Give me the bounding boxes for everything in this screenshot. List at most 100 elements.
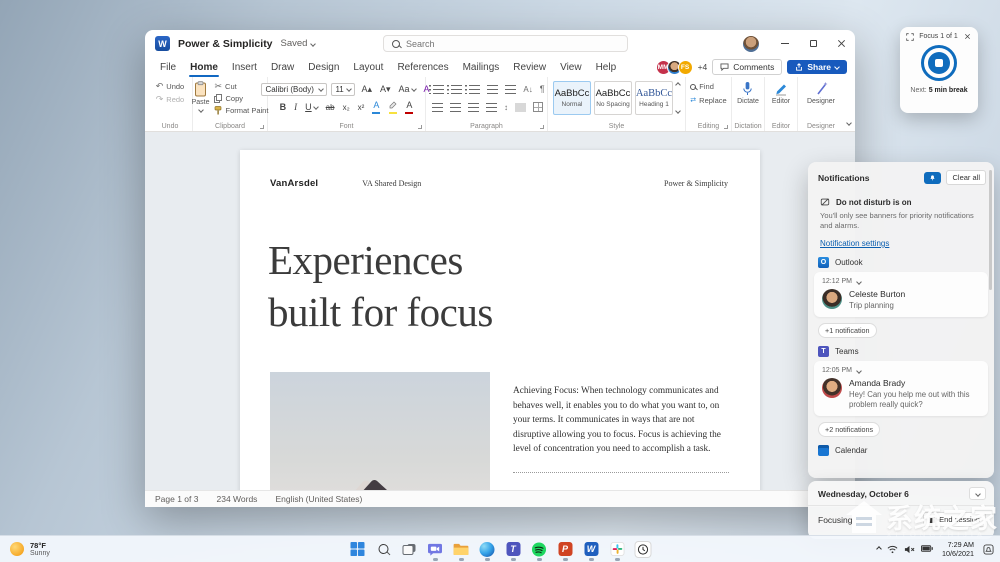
- replace-button[interactable]: ⇄ Replace: [690, 95, 726, 106]
- taskbar-icon-chat[interactable]: [425, 537, 446, 562]
- teams-section-header[interactable]: T Teams: [808, 344, 994, 361]
- share-button[interactable]: Share: [787, 60, 847, 74]
- tab-layout[interactable]: Layout: [346, 57, 390, 77]
- multilevel-list-icon[interactable]: [465, 84, 481, 94]
- align-right-icon[interactable]: [468, 102, 479, 112]
- save-status[interactable]: Saved: [281, 38, 317, 49]
- outlook-more-notifications-badge[interactable]: +1 notification: [818, 323, 877, 338]
- line-spacing-icon[interactable]: ↕: [504, 103, 508, 112]
- taskbar-icon-word[interactable]: W: [581, 537, 602, 562]
- style-normal[interactable]: AaBbCc Normal: [553, 81, 591, 115]
- designer-button[interactable]: Designer: [807, 81, 835, 107]
- decrease-indent-icon[interactable]: [487, 84, 499, 94]
- tab-draw[interactable]: Draw: [264, 57, 301, 77]
- change-case-button[interactable]: Aa: [397, 84, 418, 94]
- page-indicator[interactable]: Page 1 of 3: [155, 494, 198, 504]
- font-color-button[interactable]: A: [403, 100, 415, 114]
- clipboard-dialog-launcher[interactable]: [260, 125, 264, 129]
- collapse-calendar-button[interactable]: [969, 487, 986, 500]
- align-center-icon[interactable]: [450, 102, 461, 112]
- notification-settings-link[interactable]: Notification settings: [820, 239, 889, 248]
- search-input[interactable]: [406, 38, 586, 49]
- redo-button[interactable]: ↷ Redo: [156, 94, 184, 105]
- style-gallery-down-icon[interactable]: [675, 108, 681, 114]
- weather-widget[interactable]: 78°F Sunny: [10, 536, 50, 562]
- taskbar-icon-edge[interactable]: [477, 537, 498, 562]
- clear-all-button[interactable]: Clear all: [946, 170, 986, 185]
- taskbar-icon-spotify[interactable]: [529, 537, 550, 562]
- pilcrow-icon[interactable]: ¶: [540, 84, 545, 94]
- shading-icon[interactable]: [515, 102, 526, 112]
- justify-icon[interactable]: [486, 102, 497, 112]
- collaborator-avatar-fs[interactable]: FS: [677, 59, 693, 75]
- taskbar-icon-clock[interactable]: [633, 537, 654, 562]
- taskbar-icon-slack[interactable]: [607, 537, 628, 562]
- subscript-button[interactable]: x₂: [341, 103, 352, 112]
- word-app-icon[interactable]: W: [155, 36, 170, 51]
- align-left-icon[interactable]: [432, 102, 443, 112]
- tab-view[interactable]: View: [553, 57, 589, 77]
- strikethrough-button[interactable]: ab: [324, 103, 337, 112]
- font-dialog-launcher[interactable]: [418, 125, 422, 129]
- bold-button[interactable]: B: [278, 102, 289, 112]
- notification-card-teams[interactable]: 12:05 PM Amanda Brady Hey! Can you help …: [814, 361, 988, 416]
- maximize-button[interactable]: [799, 30, 827, 57]
- minimize-button[interactable]: [771, 30, 799, 57]
- scrollbar[interactable]: [989, 170, 992, 290]
- format-painter-button[interactable]: Format Paint: [214, 105, 268, 116]
- sort-icon[interactable]: A↓: [523, 85, 532, 94]
- highlight-button[interactable]: [386, 101, 399, 114]
- clock-datetime[interactable]: 7:29 AM 10/6/2021: [942, 540, 974, 558]
- taskbar-icon-file-explorer[interactable]: [451, 537, 472, 562]
- dictate-button[interactable]: Dictate: [737, 81, 759, 107]
- taskbar-icon-search[interactable]: [373, 537, 394, 562]
- superscript-button[interactable]: x²: [356, 103, 367, 112]
- teams-more-notifications-badge[interactable]: +2 notifications: [818, 422, 881, 437]
- bullet-list-icon[interactable]: [429, 84, 445, 94]
- collaborator-overflow[interactable]: +4: [698, 62, 708, 72]
- close-icon[interactable]: [964, 33, 970, 39]
- tab-insert[interactable]: Insert: [225, 57, 264, 77]
- text-effects-button[interactable]: A: [370, 100, 382, 114]
- close-button[interactable]: [827, 30, 855, 57]
- italic-button[interactable]: I: [292, 102, 299, 112]
- tab-file[interactable]: File: [153, 57, 183, 77]
- volume-muted-icon[interactable]: [904, 545, 915, 554]
- tab-mailings[interactable]: Mailings: [456, 57, 507, 77]
- font-name-select[interactable]: Calibri (Body): [261, 82, 328, 96]
- tab-review[interactable]: Review: [506, 57, 553, 77]
- font-size-select[interactable]: 11: [331, 82, 356, 96]
- calendar-section-header[interactable]: Calendar: [808, 443, 994, 460]
- find-button[interactable]: Find: [690, 81, 714, 92]
- notification-bell-icon[interactable]: [983, 543, 994, 555]
- editor-button[interactable]: Editor: [772, 81, 790, 107]
- borders-icon[interactable]: [533, 102, 543, 112]
- shrink-font-button[interactable]: A▾: [378, 84, 393, 95]
- collapse-ribbon-icon[interactable]: [846, 120, 852, 126]
- editing-dialog-launcher[interactable]: [724, 125, 728, 129]
- word-count[interactable]: 234 Words: [216, 494, 257, 504]
- do-not-disturb-toggle[interactable]: [924, 171, 942, 184]
- expand-icon[interactable]: [906, 32, 914, 41]
- end-session-button[interactable]: End session: [923, 512, 986, 527]
- style-no-spacing[interactable]: AaBbCc No Spacing: [594, 81, 632, 115]
- search-box[interactable]: [383, 35, 628, 52]
- battery-icon[interactable]: [921, 545, 933, 553]
- tab-help[interactable]: Help: [589, 57, 624, 77]
- tab-home[interactable]: Home: [183, 57, 225, 77]
- undo-button[interactable]: ↶ Undo: [156, 81, 184, 92]
- language-indicator[interactable]: English (United States): [275, 494, 362, 504]
- numbered-list-icon[interactable]: [447, 84, 463, 94]
- grow-font-button[interactable]: A▴: [359, 84, 374, 95]
- hidden-icons-chevron[interactable]: [876, 546, 882, 552]
- copy-button[interactable]: Copy: [214, 93, 243, 104]
- taskbar-icon-teams[interactable]: T: [503, 537, 524, 562]
- stop-button[interactable]: [928, 52, 950, 74]
- taskbar-icon-task-view[interactable]: [399, 537, 420, 562]
- taskbar-icon-powerpoint[interactable]: P: [555, 537, 576, 562]
- paragraph-dialog-launcher[interactable]: [540, 125, 544, 129]
- increase-indent-icon[interactable]: [505, 84, 517, 94]
- paste-button[interactable]: Paste: [192, 81, 209, 113]
- user-avatar[interactable]: [743, 35, 759, 52]
- comments-button[interactable]: Comments: [712, 59, 783, 75]
